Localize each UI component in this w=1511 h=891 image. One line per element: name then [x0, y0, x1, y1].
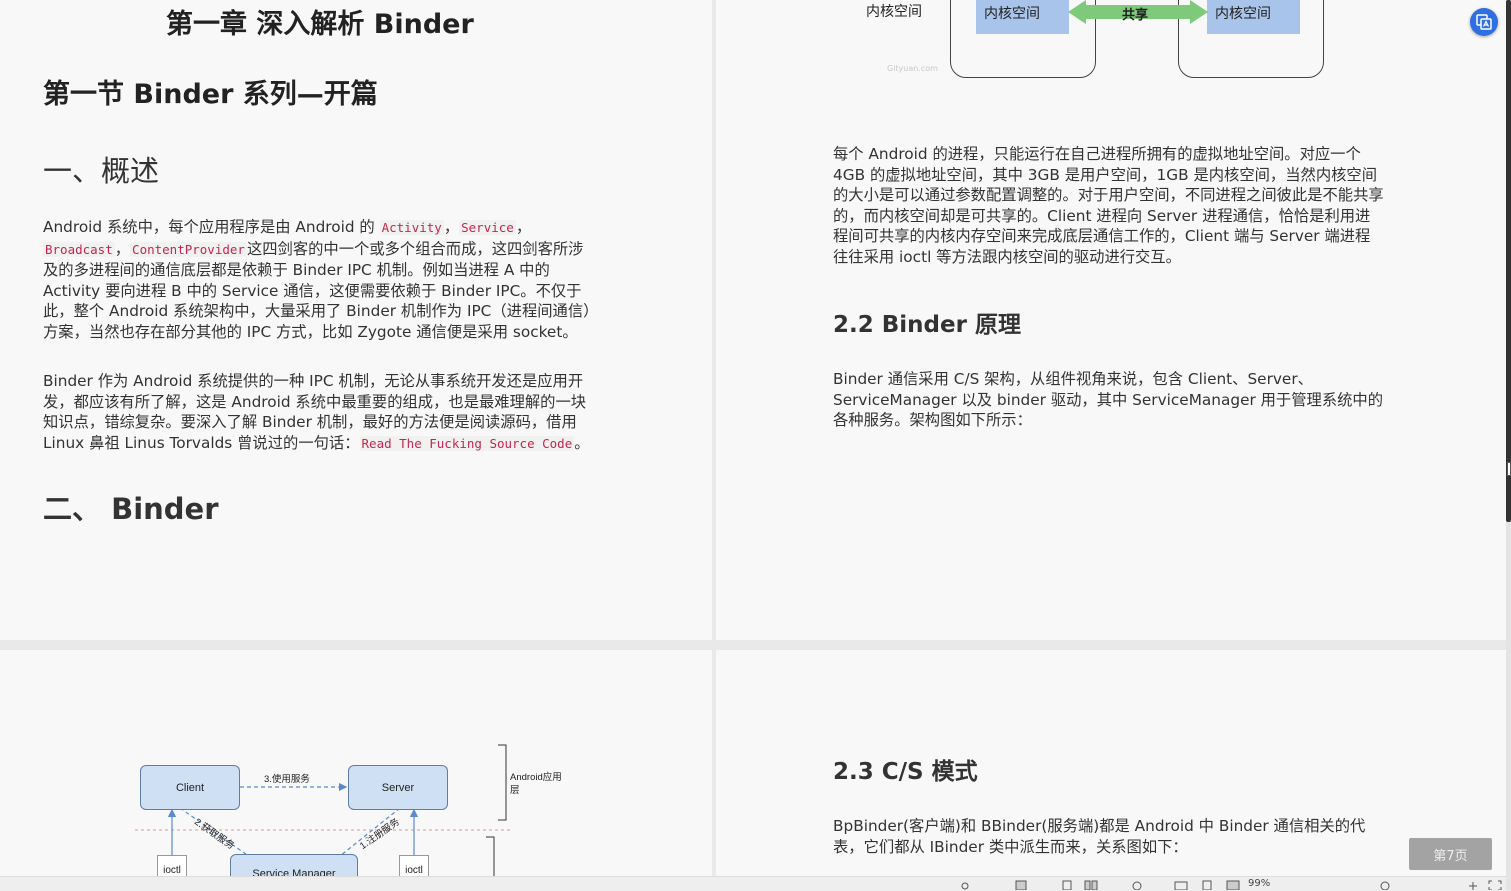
- chapter-title: 第一章 深入解析 Binder: [166, 9, 474, 40]
- client-node: Client: [140, 765, 240, 810]
- text-run: Android 系统中，每个应用程序是由 Android 的: [43, 218, 380, 236]
- zoom-in-icon[interactable]: [1466, 880, 1480, 890]
- continuous-page-icon[interactable]: [1060, 880, 1074, 890]
- use-service-label: 3.使用服务: [264, 774, 310, 785]
- heading-overview: 一、概述: [43, 154, 160, 188]
- text-run: ，: [515, 218, 532, 236]
- code-activity: Activity: [379, 220, 444, 235]
- page-left-top: 第一章 深入解析 Binder 第一节 Binder 系列—开篇 一、概述 An…: [0, 0, 712, 640]
- diagram-watermark: Gityuan.com: [887, 64, 938, 73]
- page-right-top: 内核空间 内核空间 内核空间 共享 Gityuan.com 每个 Android…: [716, 0, 1506, 640]
- kernel-box-left: 内核空间: [976, 0, 1069, 34]
- diagram-share-label: 共享: [1122, 8, 1149, 23]
- section-title: 第一节 Binder 系列—开篇: [43, 79, 378, 110]
- zoom-level[interactable]: 99%: [1248, 878, 1270, 889]
- paragraph-intro: Android 系统中，每个应用程序是由 Android 的 Activity，…: [43, 217, 595, 343]
- zoom-out-icon[interactable]: [1378, 880, 1392, 890]
- brightness-icon[interactable]: [958, 880, 972, 890]
- page-left-bottom: Client Server Service Manager 3.使用服务 2.获…: [0, 650, 712, 890]
- kernel-box-right: 内核空间: [1207, 0, 1300, 34]
- heading-2-3: 2.3 C/S 模式: [833, 759, 978, 785]
- heading-2-2: 2.2 Binder 原理: [833, 312, 1021, 338]
- scrollbar-thumb[interactable]: [1506, 0, 1511, 522]
- text-run: ，: [443, 218, 460, 236]
- double-page-icon[interactable]: [1084, 880, 1098, 890]
- paragraph-binder-principle: Binder 通信采用 C/S 架构，从组件视角来说，包含 Client、Ser…: [833, 370, 1384, 430]
- zoom-mode-icon[interactable]: [1226, 880, 1240, 890]
- single-page-icon[interactable]: [1014, 880, 1028, 890]
- play-icon[interactable]: [1130, 880, 1144, 890]
- translate-icon: [1476, 14, 1492, 30]
- code-service: Service: [459, 220, 516, 235]
- fit-page-icon[interactable]: [1200, 880, 1214, 890]
- paragraph-binder-importance: Binder 作为 Android 系统提供的一种 IPC 机制，无论从事系统开…: [43, 371, 595, 454]
- status-bar: 99%: [0, 876, 1506, 891]
- paragraph-address-space: 每个 Android 的进程，只能运行在自己进程所拥有的虚拟地址空间。对应一个 …: [833, 145, 1384, 266]
- translate-button[interactable]: [1470, 8, 1498, 36]
- code-contentprovider: ContentProvider: [130, 241, 247, 257]
- diagram-kernel-label: 内核空间: [866, 4, 922, 20]
- text-run: 。: [574, 433, 590, 452]
- server-node: Server: [348, 765, 448, 810]
- scroll-position-marker: [1507, 462, 1511, 476]
- fullscreen-icon[interactable]: [1488, 880, 1502, 890]
- page-indicator[interactable]: 第7页: [1409, 838, 1492, 870]
- fit-width-icon[interactable]: [1174, 880, 1188, 890]
- text-run: ，: [114, 239, 131, 258]
- page-right-bottom: 2.3 C/S 模式 BpBinder(客户端)和 BBinder(服务端)都是…: [716, 650, 1506, 890]
- heading-binder: 二、 Binder: [43, 492, 219, 526]
- app-layer-label: Android应用层: [510, 772, 562, 796]
- code-broadcast: Broadcast: [43, 241, 115, 257]
- code-rtfsc: Read The Fucking Source Code: [359, 435, 575, 451]
- paragraph-cs-mode: BpBinder(客户端)和 BBinder(服务端)都是 Android 中 …: [833, 817, 1366, 856]
